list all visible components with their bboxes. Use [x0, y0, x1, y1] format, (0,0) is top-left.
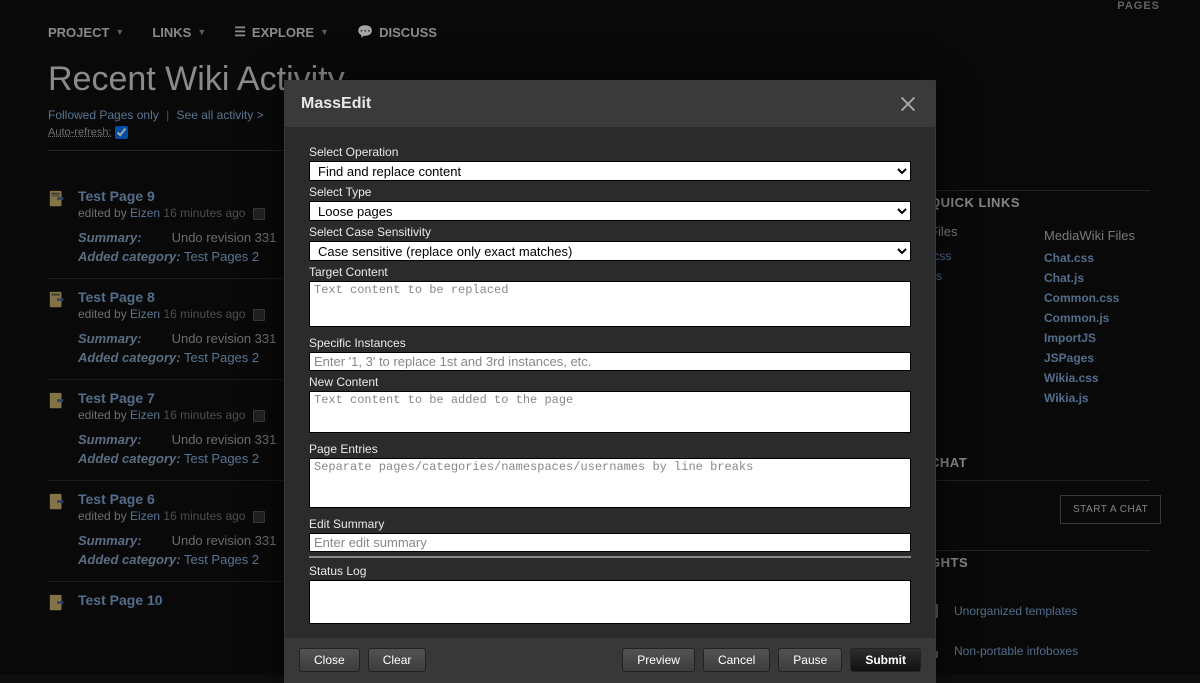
page-entries-input[interactable]	[309, 458, 911, 508]
target-content-input[interactable]	[309, 281, 911, 327]
preview-button[interactable]: Preview	[622, 648, 695, 672]
massedit-modal: MassEdit Select Operation Find and repla…	[284, 80, 936, 683]
modal-title: MassEdit	[301, 95, 371, 113]
divider	[309, 556, 911, 558]
select-operation-label: Select Operation	[309, 145, 911, 159]
page-entries-label: Page Entries	[309, 442, 911, 456]
select-type[interactable]: Loose pages	[309, 201, 911, 221]
select-case[interactable]: Case sensitive (replace only exact match…	[309, 241, 911, 261]
new-content-label: New Content	[309, 375, 911, 389]
status-log	[309, 580, 911, 624]
close-button[interactable]: Close	[299, 648, 360, 672]
specific-instances-input[interactable]	[309, 352, 911, 371]
modal-footer: Close Clear Preview Cancel Pause Submit	[285, 638, 935, 682]
target-content-label: Target Content	[309, 265, 911, 279]
select-operation[interactable]: Find and replace content	[309, 161, 911, 181]
new-content-input[interactable]	[309, 391, 911, 433]
modal-titlebar: MassEdit	[285, 81, 935, 127]
select-case-label: Select Case Sensitivity	[309, 225, 911, 239]
status-log-label: Status Log	[309, 564, 911, 578]
pause-button[interactable]: Pause	[778, 648, 842, 672]
submit-button[interactable]: Submit	[850, 648, 921, 672]
edit-summary-input[interactable]	[309, 533, 911, 552]
select-type-label: Select Type	[309, 185, 911, 199]
clear-button[interactable]: Clear	[368, 648, 427, 672]
close-icon[interactable]	[897, 93, 919, 115]
cancel-button[interactable]: Cancel	[703, 648, 770, 672]
specific-instances-label: Specific Instances	[309, 336, 911, 350]
edit-summary-label: Edit Summary	[309, 517, 911, 531]
